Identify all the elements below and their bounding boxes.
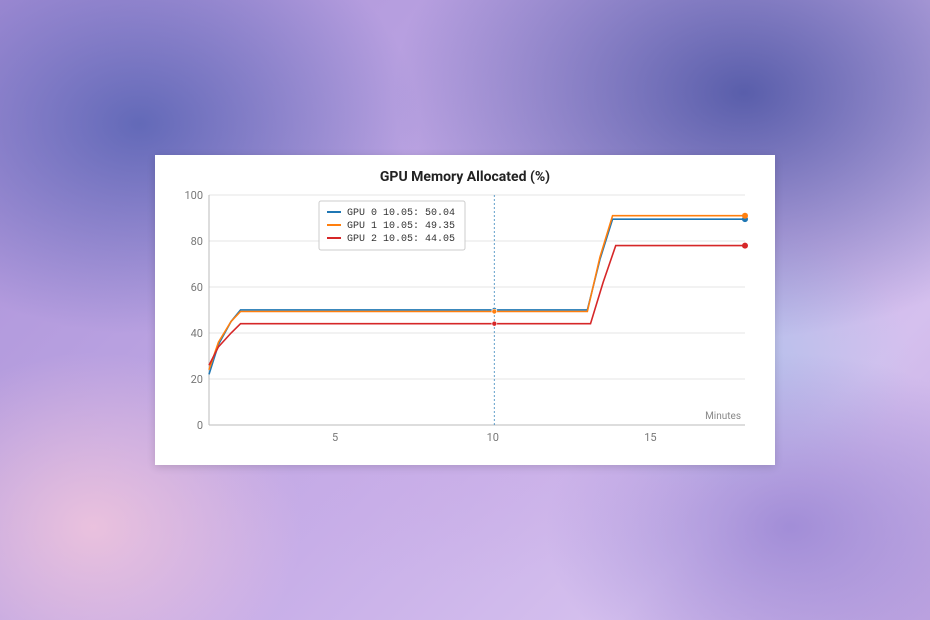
chart-svg[interactable]: 0 20 40 60 80 100 5 10 15 Minutes GPU 0 10.05: 50.… (175, 189, 755, 451)
y-tick-label: 0 (197, 419, 203, 432)
y-tick-label: 20 (191, 373, 203, 386)
y-tick-label: 60 (191, 281, 203, 294)
legend-entry: GPU 2 10.05: 44.05 (347, 234, 455, 245)
series-line (209, 219, 745, 374)
x-tick-label: 10 (487, 431, 499, 444)
y-tick-label: 80 (191, 235, 203, 248)
x-tick-label: 15 (644, 431, 656, 444)
chart-plot-area[interactable]: 0 20 40 60 80 100 5 10 15 Minutes GPU 0 10.05: 50.… (175, 189, 755, 451)
legend-entry: GPU 1 10.05: 49.35 (347, 221, 455, 232)
chart-title: GPU Memory Allocated (%) (175, 169, 755, 185)
y-tick-label: 100 (184, 189, 203, 202)
series-end-dot (742, 243, 748, 249)
series-cursor-dot (492, 321, 497, 326)
legend-entry: GPU 0 10.05: 50.04 (347, 208, 455, 219)
series-cursor-dot (492, 309, 497, 314)
chart-card: GPU Memory Allocated (%) 0 20 40 60 80 100 5 10… (155, 155, 775, 465)
series-end-dot (742, 213, 748, 219)
y-tick-label: 40 (191, 327, 203, 340)
x-axis-title: Minutes (705, 411, 741, 422)
series-line (209, 216, 745, 370)
x-tick-label: 5 (332, 431, 338, 444)
series-line (209, 246, 745, 366)
